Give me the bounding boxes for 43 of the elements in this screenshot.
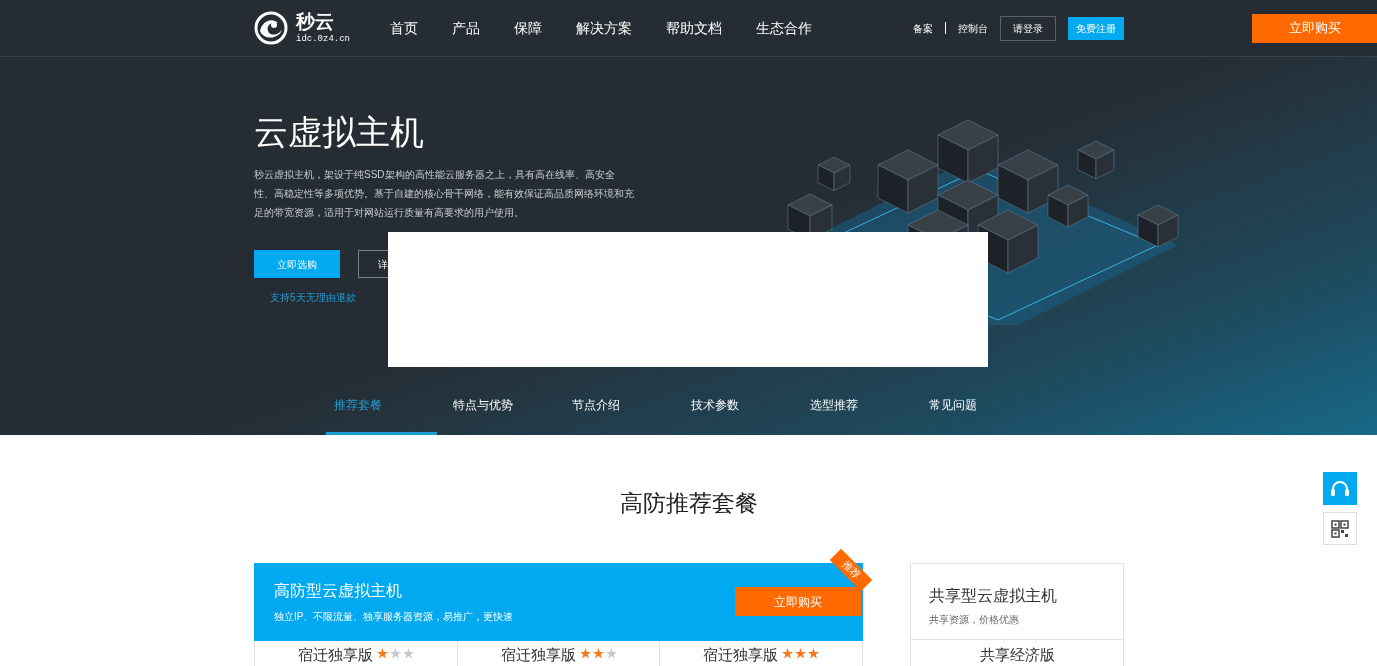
- section-tab[interactable]: 推荐套餐: [326, 396, 437, 435]
- section-tab[interactable]: 常见问题: [921, 396, 1032, 435]
- star-icon: [808, 647, 820, 659]
- hero-title: 云虚拟主机: [254, 115, 425, 149]
- brand-name: 秒云: [296, 12, 335, 31]
- card-title: 共享型云虚拟主机: [929, 585, 1058, 606]
- record-link[interactable]: 备案: [913, 20, 933, 36]
- qr-code-icon: [1331, 519, 1349, 538]
- card-subtitle: 共享资源，价格优惠: [929, 612, 1020, 627]
- star-icon: [389, 647, 401, 659]
- star-icon: [376, 647, 388, 659]
- star-icon: [402, 647, 414, 659]
- login-button[interactable]: 请登录: [1000, 15, 1056, 41]
- plan-name: 共享经济版: [978, 644, 1056, 665]
- nav-link[interactable]: 产品: [452, 17, 480, 39]
- brand-domain: idc.0z4.cn: [296, 35, 350, 44]
- section-title: 高防推荐套餐: [619, 489, 758, 518]
- nav-link[interactable]: 帮助文档: [666, 17, 722, 39]
- star-icon: [579, 647, 591, 659]
- plan-name: 宿迁独享版: [297, 644, 373, 665]
- headset-icon: [1330, 479, 1350, 498]
- card-title: 高防型云虚拟主机: [274, 581, 403, 601]
- support-button[interactable]: [1323, 472, 1357, 505]
- star-icon: [592, 647, 604, 659]
- console-link[interactable]: 控制台: [958, 20, 988, 36]
- nav-link[interactable]: 解决方案: [576, 17, 632, 39]
- nav-link[interactable]: 首页: [390, 17, 418, 39]
- section-tab[interactable]: 选型推荐: [802, 396, 913, 435]
- refund-note: 支持5天无理由退款: [270, 291, 357, 305]
- plan-name: 宿迁独享版: [500, 644, 576, 665]
- star-icon: [782, 647, 794, 659]
- star-icon: [795, 647, 807, 659]
- plan-name: 宿迁独享版: [703, 644, 779, 665]
- qr-button[interactable]: [1323, 512, 1357, 545]
- logo-icon: [254, 11, 288, 45]
- section-tab[interactable]: 节点介绍: [564, 396, 675, 435]
- section-tab[interactable]: 技术参数: [683, 396, 794, 435]
- card-subtitle: 独立IP、不限流量、独享服务器资源，易推广，更快速: [274, 610, 514, 624]
- star-icon: [605, 647, 617, 659]
- nav-link[interactable]: 保障: [514, 17, 542, 39]
- section-tab[interactable]: 特点与优势: [445, 396, 556, 435]
- nav-link[interactable]: 生态合作: [756, 17, 812, 39]
- hero-description: 秒云虚拟主机，架设于纯SSD架构的高性能云服务器之上，具有高在线率、高安全性、高稳定性等多项优势。基于自建的核心骨干网络，能有效保证高品质网络环境和充足的带宽资源，适用于对网站运行质量有高要求的用户使用。: [254, 168, 634, 220]
